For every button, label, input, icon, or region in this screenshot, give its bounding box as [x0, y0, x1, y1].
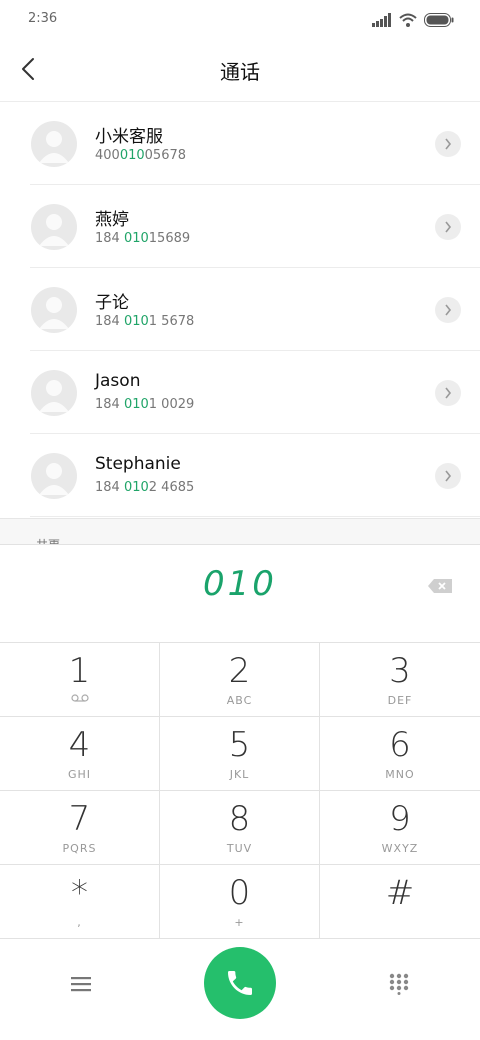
chevron-right-icon	[445, 304, 452, 316]
key-letters: WXYZ	[381, 842, 419, 855]
number-match-highlight: 010	[123, 231, 149, 246]
contact-name: 子论	[95, 293, 129, 313]
key-digit: *	[71, 873, 88, 913]
contact-name: 小米客服	[95, 127, 163, 147]
avatar	[31, 287, 77, 333]
avatar	[31, 370, 77, 416]
menu-button[interactable]	[66, 969, 96, 999]
key-2[interactable]: 2 ABC	[160, 643, 320, 717]
key-8[interactable]: 8 TUV	[160, 791, 320, 865]
contact-name: Jason	[95, 371, 141, 391]
wifi-icon	[399, 13, 417, 27]
key-digit: 2	[228, 651, 251, 691]
chevron-right-icon	[445, 387, 452, 399]
person-icon	[39, 131, 69, 163]
avatar	[31, 204, 77, 250]
dialpad-icon	[389, 973, 409, 995]
key-3[interactable]: 3 DEF	[320, 643, 480, 717]
status-icons	[372, 12, 454, 28]
contact-number: 184 0101 0029	[95, 397, 195, 412]
keypad-toggle-button[interactable]	[384, 969, 414, 999]
avatar	[31, 121, 77, 167]
menu-icon	[71, 977, 91, 992]
key-digit: 1	[68, 651, 91, 691]
contact-number: 184 0101 5678	[95, 314, 195, 329]
key-digit: 7	[68, 799, 91, 839]
contact-row[interactable]: Stephanie 184 0102 4685	[0, 434, 480, 517]
more-results-strip[interactable]: 共更	[0, 518, 480, 545]
key-letters: PQRS	[62, 842, 97, 855]
contact-row[interactable]: 小米客服 40001005678	[0, 102, 480, 185]
key-letters: ABC	[226, 694, 253, 707]
page-title: 通话	[220, 60, 260, 84]
key-9[interactable]: 9 WXYZ	[320, 791, 480, 865]
key-letters: GHI	[67, 768, 92, 781]
key-letters: JKL	[229, 768, 250, 781]
backspace-button[interactable]	[426, 575, 454, 597]
key-digit: 6	[389, 725, 411, 765]
number-match-highlight: 010	[123, 397, 149, 412]
contact-name: Stephanie	[95, 454, 181, 474]
chevron-right-icon	[445, 138, 452, 150]
number-match-highlight: 010	[123, 314, 149, 329]
dial-display: 010	[0, 545, 480, 643]
person-icon	[39, 463, 69, 495]
number-match-highlight: 010	[123, 480, 149, 495]
contact-detail-button[interactable]	[435, 131, 461, 157]
contact-detail-button[interactable]	[435, 297, 461, 323]
contact-number: 184 0102 4685	[95, 480, 195, 495]
key-6[interactable]: 6 MNO	[320, 717, 480, 791]
key-digit: 8	[228, 799, 251, 839]
contact-detail-button[interactable]	[435, 214, 461, 240]
avatar	[31, 453, 77, 499]
chevron-right-icon	[445, 470, 452, 482]
contact-detail-button[interactable]	[435, 463, 461, 489]
key-letters: DEF	[387, 694, 413, 707]
chevron-right-icon	[445, 221, 452, 233]
battery-icon	[424, 13, 454, 27]
status-bar: 2:36	[0, 0, 480, 40]
contact-row[interactable]: 燕婷 184 01015689	[0, 185, 480, 268]
contact-name: 燕婷	[95, 210, 129, 230]
key-digit: 3	[389, 651, 411, 691]
number-match-highlight: 010	[119, 148, 145, 163]
key-digit: 4	[68, 725, 91, 765]
bottom-bar	[0, 939, 480, 1040]
key-letters: MNO	[385, 768, 415, 781]
contact-list: 小米客服 40001005678 燕婷 184 01015689 子论 184 …	[0, 102, 480, 517]
contact-number: 184 01015689	[95, 231, 191, 246]
key-letters: +	[234, 916, 245, 929]
signal-icon	[372, 13, 391, 27]
dialed-number: 010	[203, 564, 277, 604]
key-letters: ,	[77, 916, 82, 929]
backspace-icon	[428, 579, 452, 593]
voicemail-icon	[71, 694, 89, 702]
status-time: 2:36	[28, 11, 58, 26]
contact-number: 40001005678	[95, 148, 187, 163]
key-letters: TUV	[226, 842, 253, 855]
person-icon	[39, 297, 69, 329]
key-digit: 0	[228, 873, 251, 913]
header: 通话	[0, 40, 480, 102]
key-digit: 5	[228, 725, 251, 765]
key-digit: #	[385, 873, 415, 913]
key-1[interactable]: 1	[0, 643, 160, 717]
person-icon	[39, 214, 69, 246]
key-5[interactable]: 5 JKL	[160, 717, 320, 791]
key-hash[interactable]: #	[320, 865, 480, 939]
call-button[interactable]	[204, 947, 276, 1019]
phone-icon	[228, 971, 252, 995]
contact-row[interactable]: Jason 184 0101 0029	[0, 351, 480, 434]
key-7[interactable]: 7 PQRS	[0, 791, 160, 865]
key-4[interactable]: 4 GHI	[0, 717, 160, 791]
key-0[interactable]: 0 +	[160, 865, 320, 939]
key-digit: 9	[389, 799, 411, 839]
dial-panel: 010 1 2 ABC 3 DEF 4 GHI 5 JKL 6 MNO 7 PQ…	[0, 544, 480, 1040]
contact-detail-button[interactable]	[435, 380, 461, 406]
contact-row[interactable]: 子论 184 0101 5678	[0, 268, 480, 351]
key-star[interactable]: * ,	[0, 865, 160, 939]
person-icon	[39, 380, 69, 412]
